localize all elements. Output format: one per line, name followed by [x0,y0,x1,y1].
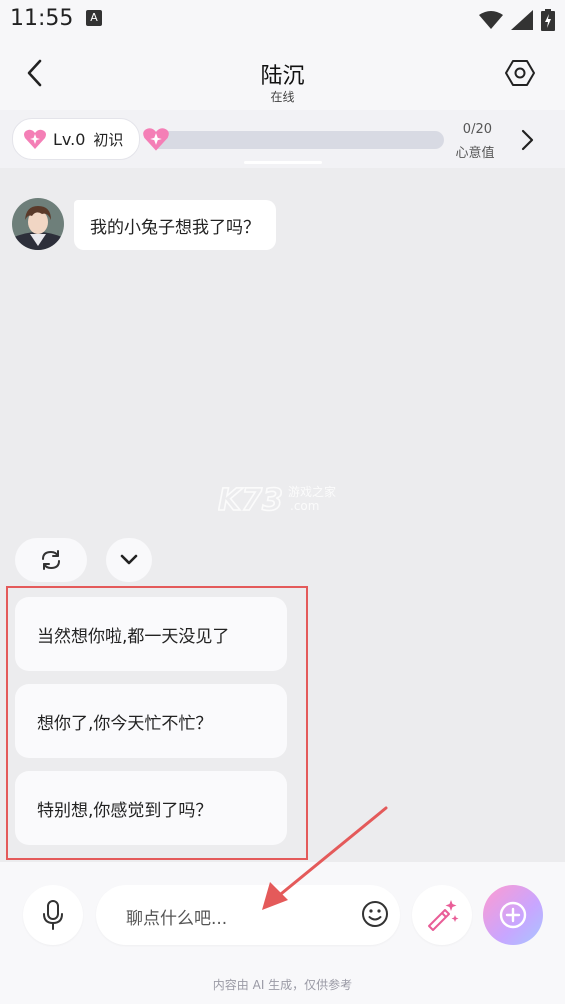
level-badge[interactable]: Lv.0 初识 [12,118,140,160]
status-time: 11:55 [10,6,74,31]
heart-icon [24,129,46,149]
suggestion-item[interactable]: 想你了,你今天忙不忙？ [15,684,287,758]
mic-icon [43,900,63,930]
wifi-icon [479,11,503,29]
settings-icon[interactable] [505,58,535,88]
suggestion-item[interactable]: 特别想,你感觉到了吗？ [15,771,287,845]
notification-icon: A [86,10,102,26]
magic-wand-icon [428,900,459,931]
level-label: Lv.0 [53,129,86,149]
battery-icon [541,9,555,31]
message-input[interactable]: 聊点什么吧... [96,885,400,945]
plus-icon [499,901,527,929]
svg-text:.com: .com [290,499,319,513]
magic-reply-button[interactable] [412,885,472,945]
svg-text:K73: K73 [218,483,283,518]
online-status: 在线 [270,90,295,104]
watermark-logo: K73 游戏之家 .com [217,478,358,519]
drag-handle[interactable] [244,161,322,164]
status-bar: 11:55 A [0,0,565,40]
add-button[interactable] [483,885,543,945]
heart-icon [143,128,169,151]
input-placeholder: 聊点什么吧... [126,909,228,929]
emoji-icon[interactable] [360,899,390,929]
stage-label: 初识 [93,130,124,149]
signal-icon [511,10,533,30]
chat-header: 陆沉 在线 [0,40,565,110]
refresh-icon [42,550,60,570]
affection-progress [150,131,444,149]
chevron-down-icon [120,554,138,565]
page-title: 陆沉 [260,64,305,89]
refresh-suggestions-button[interactable] [15,538,87,582]
affection-label: 心意值 [455,146,495,161]
collapse-suggestions-button[interactable] [106,538,152,582]
svg-text:游戏之家: 游戏之家 [288,484,336,499]
chevron-right-icon[interactable] [515,126,539,154]
suggestion-item[interactable]: 当然想你啦,都一天没见了 [15,597,287,671]
status-icons [479,8,555,32]
avatar[interactable] [12,198,64,250]
message-bubble: 我的小兔子想我了吗？ [74,200,276,250]
ai-disclaimer: 内容由 AI 生成，仅供参考 [212,978,353,992]
affection-count: 0/20 [462,122,492,137]
voice-input-button[interactable] [23,885,83,945]
